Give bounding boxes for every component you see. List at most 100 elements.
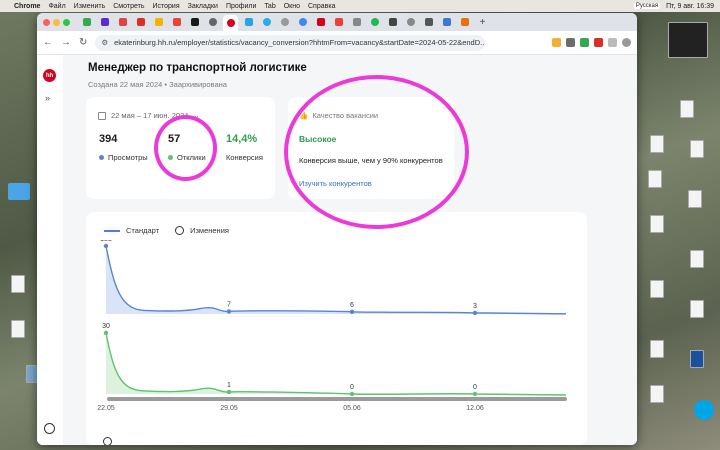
browser-tab[interactable] — [133, 16, 148, 28]
data-point — [472, 391, 478, 397]
mac-menubar: Chrome Файл Изменить Смотреть История За… — [0, 0, 720, 12]
desktop-pdf-icon[interactable] — [690, 250, 704, 268]
new-tab-button[interactable]: + — [475, 16, 490, 28]
extension-icon[interactable] — [594, 38, 603, 47]
browser-tab-active[interactable] — [223, 15, 238, 31]
data-point — [349, 391, 355, 397]
menu-file[interactable]: Файл — [48, 3, 65, 10]
browser-tab[interactable] — [169, 16, 184, 28]
desktop-file-icon[interactable] — [11, 320, 25, 338]
x-tick-label: 22.05 — [97, 405, 115, 412]
x-tick-label: 05.06 — [343, 405, 361, 412]
series-area — [106, 246, 566, 314]
extensions-area — [552, 38, 631, 47]
menu-tab[interactable]: Tab — [264, 3, 275, 10]
desktop-file-icon[interactable] — [11, 275, 25, 293]
menu-edit[interactable]: Изменить — [74, 3, 106, 10]
url-field[interactable]: ⚙ ekaterinburg.hh.ru/employer/statistics… — [95, 34, 486, 51]
data-point — [349, 309, 355, 314]
maximize-window-button[interactable] — [63, 18, 70, 26]
extension-icon[interactable] — [552, 38, 561, 47]
data-label: 7 — [227, 301, 231, 308]
browser-tab[interactable] — [259, 16, 274, 28]
minimize-window-button[interactable] — [53, 18, 60, 26]
back-icon[interactable]: ← — [43, 37, 53, 48]
hh-logo[interactable]: hh — [43, 69, 56, 82]
browser-tab[interactable] — [277, 16, 292, 28]
chart-card: Стандарт Изменения 183 7 6 3 30 1 0 0 22.05 29.05… — [86, 212, 587, 445]
menu-view[interactable]: Смотреть — [113, 3, 144, 10]
extension-icon[interactable] — [580, 38, 589, 47]
created-date: Создана 22 мая 2024 — [88, 80, 163, 89]
site-settings-icon[interactable]: ⚙ — [101, 38, 108, 47]
desktop-pdf-icon[interactable] — [650, 340, 664, 358]
x-tick-label: 12.06 — [466, 405, 484, 412]
browser-tab[interactable] — [367, 16, 382, 28]
browser-tab[interactable] — [313, 16, 328, 28]
menu-window[interactable]: Окно — [284, 3, 300, 10]
browser-tab[interactable] — [331, 16, 346, 28]
skype-icon[interactable] — [694, 400, 714, 420]
left-rail: hh » — [37, 55, 63, 445]
views-label: Просмотры — [99, 153, 148, 162]
data-point — [226, 389, 232, 395]
reload-icon[interactable]: ↻ — [79, 37, 87, 48]
keyboard-layout[interactable]: Русская — [633, 3, 661, 9]
extension-icon[interactable] — [566, 38, 575, 47]
desktop-pdf-icon[interactable] — [690, 140, 704, 158]
chart-range-slider[interactable] — [107, 397, 567, 401]
menu-profiles[interactable]: Профили — [226, 3, 256, 10]
views-label-text: Просмотры — [108, 153, 148, 162]
data-label: 0 — [350, 384, 354, 391]
browser-tab[interactable] — [421, 16, 436, 28]
browser-tab[interactable] — [439, 16, 454, 28]
data-label: 0 — [473, 384, 477, 391]
conversion-label: Конверсия — [226, 153, 263, 162]
desktop-pdf-icon[interactable] — [650, 280, 664, 298]
close-window-button[interactable] — [43, 18, 50, 26]
menu-app[interactable]: Chrome — [14, 3, 40, 10]
desktop-folder-icon[interactable] — [8, 183, 30, 200]
changes-icon[interactable] — [103, 437, 112, 445]
views-value: 394 — [99, 133, 118, 145]
chart-legend: Стандарт Изменения — [104, 226, 229, 235]
desktop-image-icon[interactable] — [668, 22, 708, 58]
series-area — [106, 333, 566, 395]
browser-tab[interactable] — [241, 16, 256, 28]
tab-bar: + — [37, 13, 637, 31]
desktop-pdf-icon[interactable] — [648, 170, 662, 188]
desktop-pdf-icon[interactable] — [688, 190, 702, 208]
browser-tab[interactable] — [457, 16, 472, 28]
browser-tab[interactable] — [349, 16, 364, 28]
browser-tab[interactable] — [385, 16, 400, 28]
data-label: 3 — [473, 303, 477, 310]
data-point — [226, 309, 232, 314]
forward-icon[interactable]: → — [61, 37, 71, 48]
desktop-pdf-icon[interactable] — [690, 300, 704, 318]
browser-tab[interactable] — [187, 16, 202, 28]
annotation-circle — [284, 75, 469, 229]
clock[interactable]: Пт, 9 авг. 16:39 — [666, 3, 714, 10]
legend-standard[interactable]: Стандарт — [126, 226, 159, 235]
browser-tab[interactable] — [295, 16, 310, 28]
desktop-pdf-icon[interactable] — [650, 215, 664, 233]
browser-tab[interactable] — [151, 16, 166, 28]
browser-tab[interactable] — [205, 16, 220, 28]
browser-tab[interactable] — [403, 16, 418, 28]
legend-changes[interactable]: Изменения — [190, 226, 229, 235]
desktop-pdf-icon[interactable] — [650, 385, 664, 403]
browser-tab[interactable] — [115, 16, 130, 28]
expand-sidebar-icon[interactable]: » — [45, 93, 50, 103]
browser-tab[interactable] — [79, 16, 94, 28]
desktop-pdf-icon[interactable] — [650, 135, 664, 153]
menu-help[interactable]: Справка — [308, 3, 335, 10]
menu-history[interactable]: История — [152, 3, 179, 10]
menu-bookmarks[interactable]: Закладки — [188, 3, 218, 10]
browser-tab[interactable] — [97, 16, 112, 28]
profile-icon[interactable] — [622, 38, 631, 47]
desktop-pdf-icon[interactable] — [690, 350, 704, 368]
extension-icon[interactable] — [608, 38, 617, 47]
desktop-pdf-icon[interactable] — [680, 100, 694, 118]
user-icon[interactable] — [44, 423, 55, 434]
standard-line-icon — [104, 229, 120, 232]
